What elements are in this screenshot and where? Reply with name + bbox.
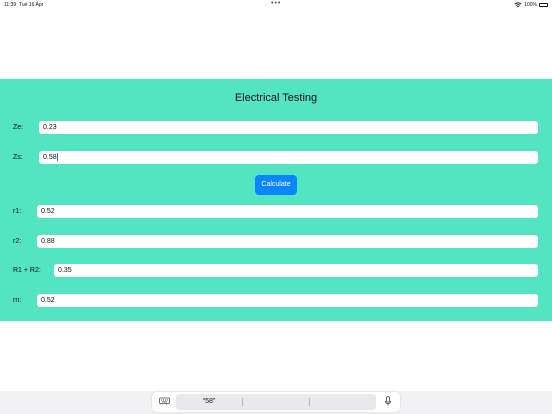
zs-input[interactable]: 0.58 [39, 151, 538, 164]
ze-label: Ze: [13, 124, 24, 131]
r1-input[interactable]: 0.52 [37, 205, 538, 218]
zs-label: Zs: [13, 154, 23, 161]
mic-icon[interactable] [384, 396, 392, 407]
r1r2-value: 0.35 [58, 267, 72, 274]
predictive-suggestion[interactable]: “58” [176, 394, 242, 410]
main-panel [0, 79, 552, 321]
zs-value: 0.58 [43, 154, 57, 161]
suggestion-divider [309, 398, 310, 406]
calculate-button[interactable]: Calculate [255, 175, 297, 195]
suggestion-divider [242, 398, 243, 406]
rn-value: 0.52 [41, 297, 55, 304]
rn-label: rn: [13, 297, 22, 304]
multitasking-dots[interactable]: ••• [271, 0, 281, 9]
wifi-icon [514, 2, 522, 8]
r1-label: r1: [13, 208, 22, 215]
r2-label: r2: [13, 238, 22, 245]
rn-input[interactable]: 0.52 [37, 294, 538, 307]
status-date: Tue 16 Apr [19, 2, 44, 8]
r2-input[interactable]: 0.88 [37, 235, 538, 248]
battery-percent: 100% [524, 2, 537, 8]
text-caret [56, 153, 58, 162]
r1-value: 0.52 [41, 208, 55, 215]
r1r2-label: R1 + R2: [13, 267, 41, 274]
page-title: Electrical Testing [234, 92, 318, 104]
r1r2-input[interactable]: 0.35 [54, 264, 538, 277]
status-bar: 11:39 Tue 16 Apr ••• 100% [0, 0, 552, 10]
r2-value: 0.88 [41, 238, 55, 245]
battery-icon [539, 3, 548, 7]
keyboard-icon[interactable] [159, 397, 170, 406]
status-time: 11:39 [4, 2, 17, 8]
ze-input[interactable]: 0.23 [39, 121, 538, 134]
ze-value: 0.23 [43, 124, 57, 131]
